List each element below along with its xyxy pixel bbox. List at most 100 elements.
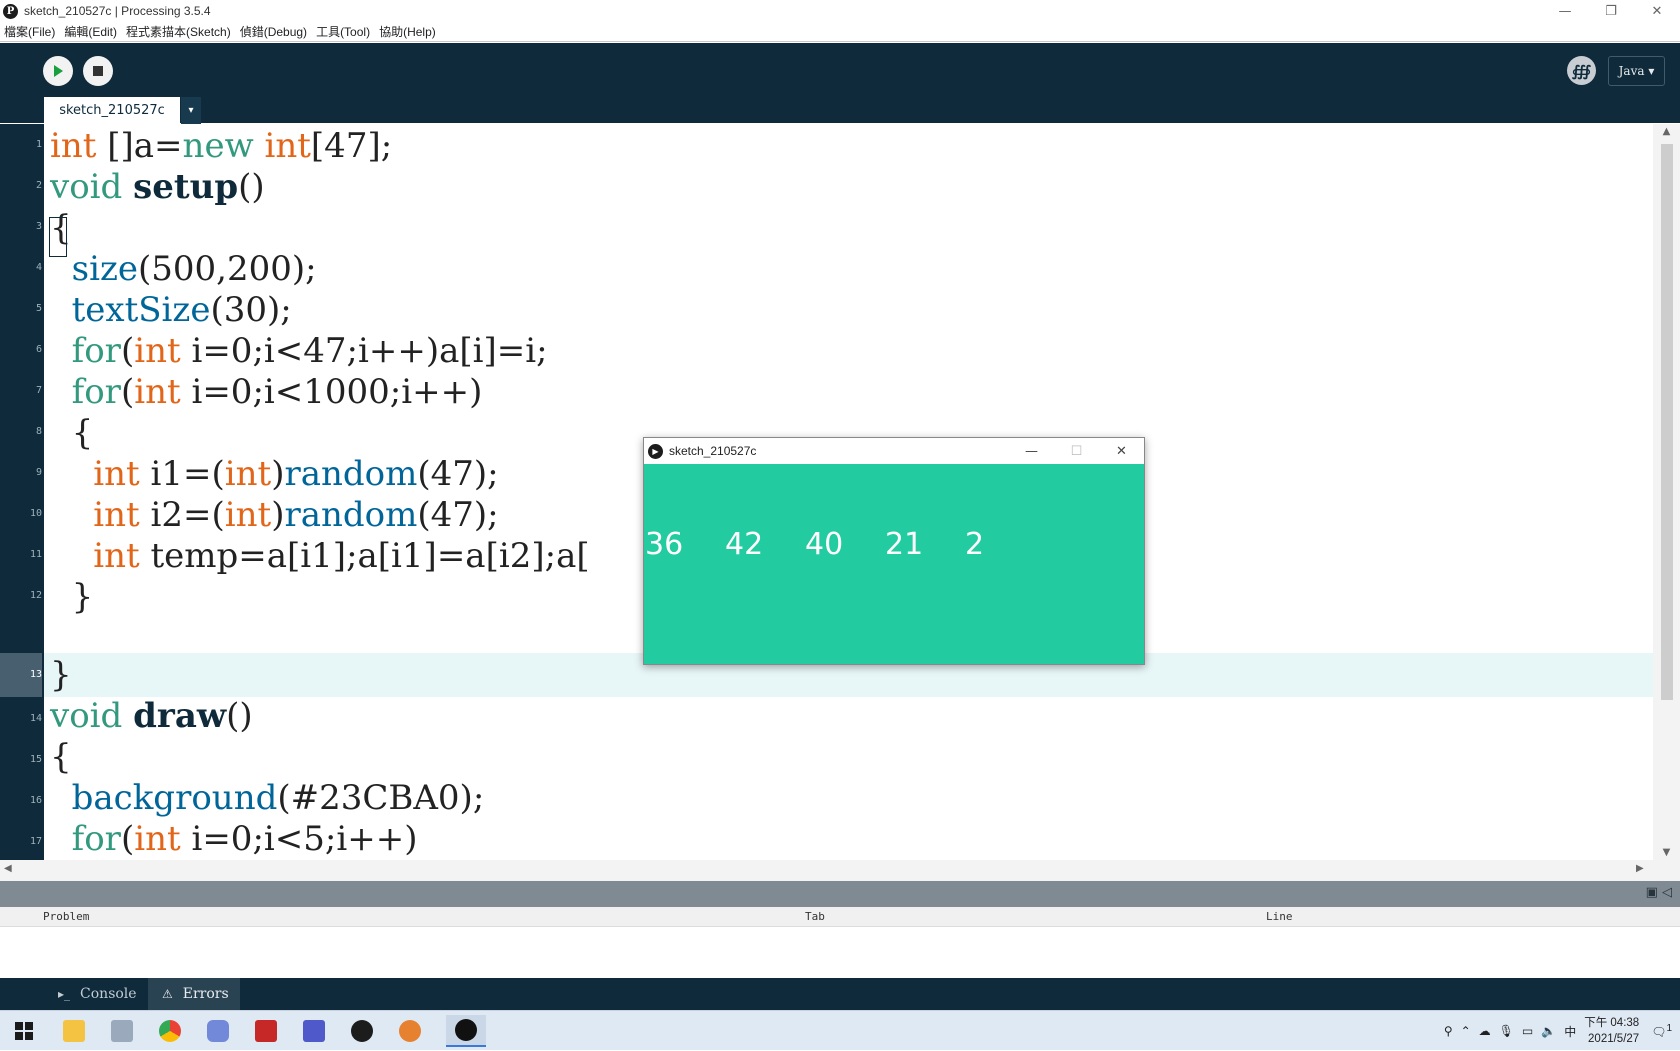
fn: textSize (71, 290, 211, 330)
menu-edit[interactable]: 編輯(Edit) (64, 23, 117, 40)
kw: int (134, 819, 181, 859)
people-icon[interactable]: ⚲ (1444, 1024, 1453, 1038)
code-text: (500,200); (137, 249, 317, 289)
restore-button[interactable]: ❐ (1588, 0, 1634, 22)
file-explorer-icon[interactable] (54, 1015, 94, 1047)
code-line-9: int i1=(int)random(47); (50, 452, 498, 496)
photos-icon[interactable] (102, 1015, 142, 1047)
sketch-maximize-button[interactable]: ☐ (1054, 438, 1099, 464)
stop-button[interactable] (83, 56, 113, 86)
scroll-up-icon[interactable]: ▲ (1653, 126, 1680, 137)
column-tab[interactable]: Tab (805, 910, 825, 923)
menu-sketch[interactable]: 程式素描本(Sketch) (126, 23, 231, 40)
panel-divider[interactable]: ▣ ◁ (0, 881, 1680, 907)
stop-icon (93, 66, 103, 76)
show-hidden-icons[interactable]: ⌃ (1461, 1024, 1471, 1038)
errors-tab-label: Errors (182, 986, 229, 1002)
sketch-canvas[interactable]: 36 42 40 21 2 (644, 464, 1144, 664)
menu-debug[interactable]: 偵錯(Debug) (240, 23, 307, 40)
close-button[interactable]: ✕ (1634, 0, 1680, 22)
code-text: ( (120, 331, 135, 371)
teams-icon[interactable] (294, 1015, 334, 1047)
errors-tab[interactable]: ⚠ Errors (148, 978, 240, 1010)
scroll-right-icon[interactable]: ▶ (1636, 863, 1644, 874)
ime-indicator[interactable]: 中 (1564, 1023, 1576, 1040)
fn: random (284, 495, 418, 535)
kw: int (224, 495, 272, 535)
kw: for (71, 331, 121, 371)
column-line[interactable]: Line (1266, 910, 1293, 923)
red-app-icon[interactable] (246, 1015, 286, 1047)
window-controls: — ❐ ✕ (1542, 0, 1680, 22)
minimize-button[interactable]: — (1542, 0, 1588, 22)
kw: new (182, 126, 254, 166)
display-icon[interactable]: ▭ (1522, 1024, 1533, 1038)
network-icon[interactable]: ☁ (1479, 1024, 1491, 1038)
vertical-scroll-thumb[interactable] (1661, 144, 1673, 700)
scroll-down-icon[interactable]: ▼ (1653, 847, 1680, 858)
line-number: 7 (35, 385, 42, 396)
sketch-minimize-button[interactable]: — (1009, 438, 1054, 464)
line-number: 6 (35, 344, 42, 355)
sketch-run-taskbar-icon[interactable] (446, 1015, 486, 1047)
warning-icon: ⚠ (162, 987, 173, 1001)
sketch-close-button[interactable]: ✕ (1099, 438, 1144, 464)
code-line-17: for(int i=0;i<5;i++) (50, 817, 418, 860)
mode-selector[interactable]: Java ▾ (1608, 56, 1665, 86)
processing-icon[interactable] (342, 1015, 382, 1047)
scroll-left-icon[interactable]: ◀ (4, 863, 12, 874)
code-text: i1=( (139, 454, 225, 494)
horizontal-scrollbar[interactable]: ◀ ▶ (0, 860, 1680, 881)
volume-icon[interactable]: 🔈 (1541, 1024, 1556, 1038)
clock[interactable]: 下午 04:38 2021/5/27 (1584, 1015, 1639, 1047)
sketch-title-bar[interactable]: ▶ sketch_210527c — ☐ ✕ (644, 438, 1144, 464)
run-button[interactable] (43, 56, 73, 86)
tab-sketch[interactable]: sketch_210527c (44, 97, 180, 124)
line-number-current: 13 (0, 653, 42, 697)
tab-menu-button[interactable]: ▾ (181, 97, 201, 124)
menu-tool[interactable]: 工具(Tool) (316, 23, 370, 40)
line-number: 9 (35, 467, 42, 478)
line-number: 12 (29, 590, 42, 601)
panel-toggle-icon[interactable]: ▣ ◁ (1646, 885, 1672, 900)
code-line-11: int temp=a[i1];a[i1]=a[i2];a[ (50, 534, 590, 578)
orange-app-icon[interactable] (390, 1015, 430, 1047)
sketch-window[interactable]: ▶ sketch_210527c — ☐ ✕ 36 42 40 21 2 (643, 437, 1145, 665)
sketch-window-controls: — ☐ ✕ (1009, 438, 1144, 464)
debugger-button[interactable]: ∰ (1567, 56, 1596, 85)
column-problem[interactable]: Problem (43, 910, 89, 923)
code-line-10: int i2=(int)random(47); (50, 493, 499, 537)
fn: setup (133, 167, 239, 207)
line-number: 4 (35, 262, 42, 273)
menu-help[interactable]: 協助(Help) (379, 23, 436, 40)
code-line-16: background(#23CBA0); (50, 776, 485, 820)
chrome-icon[interactable] (150, 1015, 190, 1047)
code-line-7: for(int i=0;i<1000;i++) (50, 370, 483, 414)
menu-bar: 檔案(File) 編輯(Edit) 程式素描本(Sketch) 偵錯(Debug… (0, 22, 1680, 42)
window-title: sketch_210527c | Processing 3.5.4 (24, 4, 211, 18)
console-tab[interactable]: ▸_ Console (44, 978, 146, 1010)
notification-icon[interactable]: 🗨1 (1651, 1023, 1672, 1039)
start-button[interactable] (4, 1015, 44, 1047)
clock-time: 下午 04:38 (1584, 1017, 1640, 1029)
sketch-number: 21 (885, 527, 924, 562)
mic-icon[interactable]: 🎙 (1499, 1024, 1514, 1038)
line-number: 16 (29, 795, 42, 806)
discord-icon[interactable] (198, 1015, 238, 1047)
code-text: (47); (417, 495, 499, 535)
code-text: temp=a[i1];a[i1]=a[i2];a[ (139, 536, 590, 576)
code-text: i2=( (139, 495, 225, 535)
processing-app-icon: P (3, 3, 18, 19)
code-line-1: int []a=new int[47]; (50, 124, 392, 168)
fn: size (71, 249, 138, 289)
menu-file[interactable]: 檔案(File) (4, 23, 55, 40)
code-line-13: } (50, 655, 72, 695)
sketch-number: 2 (965, 527, 985, 562)
vertical-scrollbar[interactable]: ▲ ▼ (1653, 124, 1680, 860)
